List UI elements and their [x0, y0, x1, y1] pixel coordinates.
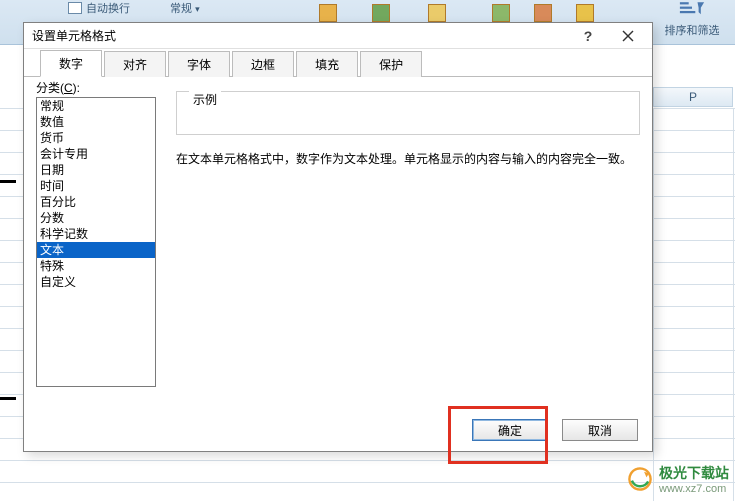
- cell-styles-icon: [428, 4, 446, 22]
- category-item[interactable]: 科学记数: [37, 226, 155, 242]
- cancel-button[interactable]: 取消: [562, 419, 638, 441]
- close-icon: [622, 30, 634, 42]
- format-as-table-icon: [372, 4, 390, 22]
- category-item[interactable]: 会计专用: [37, 146, 155, 162]
- watermark: 极光下载站 www.xz7.com: [627, 463, 729, 495]
- category-item[interactable]: 货币: [37, 130, 155, 146]
- category-item[interactable]: 时间: [37, 178, 155, 194]
- category-item[interactable]: 文本: [37, 242, 155, 258]
- category-item[interactable]: 自定义: [37, 274, 155, 290]
- format-cells-dialog: 设置单元格格式 ? 数字 对齐 字体 边框 填充 保护 分类(C): 常规数值货…: [23, 22, 653, 452]
- help-button[interactable]: ?: [568, 25, 608, 47]
- category-item[interactable]: 常规: [37, 98, 155, 114]
- category-description: 在文本单元格格式中，数字作为文本处理。单元格显示的内容与输入的内容完全一致。: [176, 149, 640, 169]
- ok-button[interactable]: 确定: [472, 419, 548, 441]
- category-listbox[interactable]: 常规数值货币会计专用日期时间百分比分数科学记数文本特殊自定义: [36, 97, 156, 387]
- number-format-label: 常规: [170, 3, 192, 15]
- category-item[interactable]: 百分比: [37, 194, 155, 210]
- category-label-key: C: [64, 81, 73, 95]
- watermark-logo-icon: [627, 466, 653, 492]
- example-label: 示例: [189, 91, 221, 108]
- tab-protection[interactable]: 保护: [360, 51, 422, 77]
- dialog-body: 分类(C): 常规数值货币会计专用日期时间百分比分数科学记数文本特殊自定义 示例…: [36, 79, 640, 407]
- conditional-formatting-icon: [319, 4, 337, 22]
- tab-font[interactable]: 字体: [168, 51, 230, 77]
- chevron-down-icon: ▾: [195, 4, 200, 14]
- dialog-button-row: 确定 取消: [472, 419, 638, 441]
- delete-icon: [534, 4, 552, 22]
- help-icon: ?: [584, 28, 593, 44]
- watermark-url: www.xz7.com: [659, 483, 729, 495]
- wrap-text-label: 自动换行: [86, 0, 130, 16]
- tab-border[interactable]: 边框: [232, 51, 294, 77]
- wrap-text-button[interactable]: 自动换行: [68, 0, 130, 16]
- category-label-prefix: 分类(: [36, 81, 64, 95]
- number-format-dropdown[interactable]: 常规 ▾: [170, 0, 200, 16]
- insert-icon: [492, 4, 510, 22]
- category-item[interactable]: 数值: [37, 114, 155, 130]
- dialog-tabs: 数字 对齐 字体 边框 填充 保护: [24, 49, 652, 77]
- watermark-name: 极光下载站: [659, 465, 729, 481]
- category-item[interactable]: 分数: [37, 210, 155, 226]
- dialog-title: 设置单元格格式: [32, 27, 568, 44]
- tab-alignment[interactable]: 对齐: [104, 51, 166, 77]
- dialog-titlebar: 设置单元格格式 ?: [24, 23, 652, 49]
- sort-filter-icon: [678, 0, 706, 22]
- tab-fill[interactable]: 填充: [296, 51, 358, 77]
- column-header-p[interactable]: P: [653, 87, 733, 107]
- format-icon: [576, 4, 594, 22]
- sort-filter-button[interactable]: 排序和筛选: [661, 0, 723, 38]
- tab-number[interactable]: 数字: [40, 50, 102, 77]
- close-button[interactable]: [608, 25, 648, 47]
- category-item[interactable]: 日期: [37, 162, 155, 178]
- wrap-text-icon: [68, 2, 82, 14]
- selected-rows-border: [0, 180, 16, 400]
- example-groupbox: 示例: [176, 91, 640, 135]
- category-item[interactable]: 特殊: [37, 258, 155, 274]
- sort-filter-label: 排序和筛选: [665, 25, 720, 37]
- category-label-suffix: ):: [73, 81, 80, 95]
